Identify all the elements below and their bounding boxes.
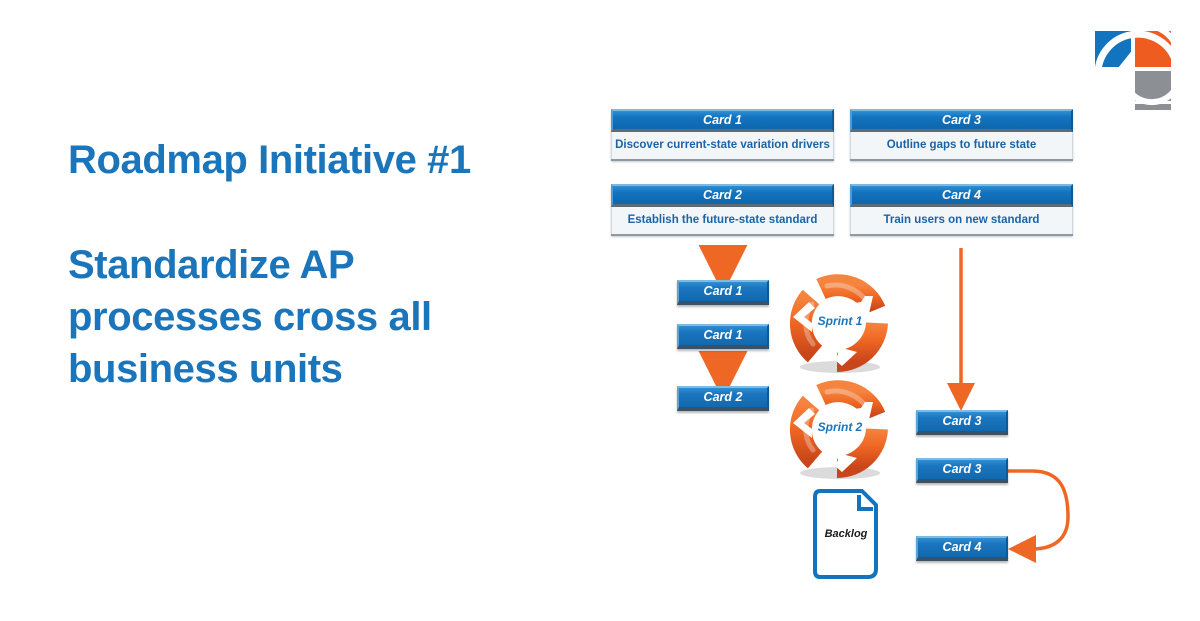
big-card-2[interactable]: Card 2 Establish the future-state standa… [611,184,834,234]
big-card-3-header-label: Card 3 [942,112,981,127]
sprint-cycle-icon [789,274,888,373]
queue-card-sprint2-2[interactable]: Card 3 [916,458,1008,483]
queue-card-sprint1-3-label: Card 2 [703,390,743,405]
big-card-3[interactable]: Card 3 Outline gaps to future state [850,109,1073,159]
sprint-1-cycle[interactable]: Sprint 1 [785,266,895,376]
big-card-4-header-label: Card 4 [942,187,981,202]
big-card-4-body: Train users on new standard [850,207,1073,234]
queue-card-sprint2-3[interactable]: Card 4 [916,536,1008,561]
big-card-3-body: Outline gaps to future state [850,132,1073,159]
queue-card-sprint1-1[interactable]: Card 1 [677,280,769,305]
arrow-card3-loop-to-card4 [1008,469,1070,563]
document-icon [813,489,878,579]
big-card-1[interactable]: Card 1 Discover current-state variation … [611,109,834,159]
big-card-1-header-label: Card 1 [703,112,742,127]
queue-card-sprint2-1-label: Card 3 [942,414,982,429]
process-diagram: Card 1 Discover current-state variation … [600,100,1100,600]
queue-card-sprint2-3-label: Card 4 [942,540,982,555]
big-card-2-header: Card 2 [611,184,834,207]
big-card-1-body-label: Discover current-state variation drivers [615,138,830,151]
big-card-4-body-label: Train users on new standard [883,213,1040,226]
company-logo [1090,22,1183,114]
backlog-document[interactable]: Backlog [812,487,880,581]
queue-card-sprint1-3[interactable]: Card 2 [677,386,769,411]
queue-card-sprint2-2-label: Card 3 [942,462,982,477]
big-card-1-header: Card 1 [611,109,834,132]
big-card-2-body-label: Establish the future-state standard [627,213,818,226]
big-card-3-body-label: Outline gaps to future state [886,138,1037,151]
page-title: Roadmap Initiative #1 [68,138,471,182]
sprint-2-cycle[interactable]: Sprint 2 [785,372,895,482]
company-logo-icon [1094,22,1183,110]
sprint-cycle-icon [789,380,888,479]
big-card-1-body: Discover current-state variation drivers [611,132,834,159]
headline-block: Roadmap Initiative #1 Standardize AP pro… [68,138,568,395]
queue-card-sprint1-2-label: Card 1 [703,328,743,343]
big-card-3-header: Card 3 [850,109,1073,132]
queue-card-sprint2-1[interactable]: Card 3 [916,410,1008,435]
initiative-subtitle: Standardize AP processes cross all busin… [68,242,432,391]
big-card-2-header-label: Card 2 [703,187,742,202]
big-card-2-body: Establish the future-state standard [611,207,834,234]
queue-card-sprint1-1-label: Card 1 [703,284,743,299]
big-card-4[interactable]: Card 4 Train users on new standard [850,184,1073,234]
queue-card-sprint1-2[interactable]: Card 1 [677,324,769,349]
big-card-4-header: Card 4 [850,184,1073,207]
